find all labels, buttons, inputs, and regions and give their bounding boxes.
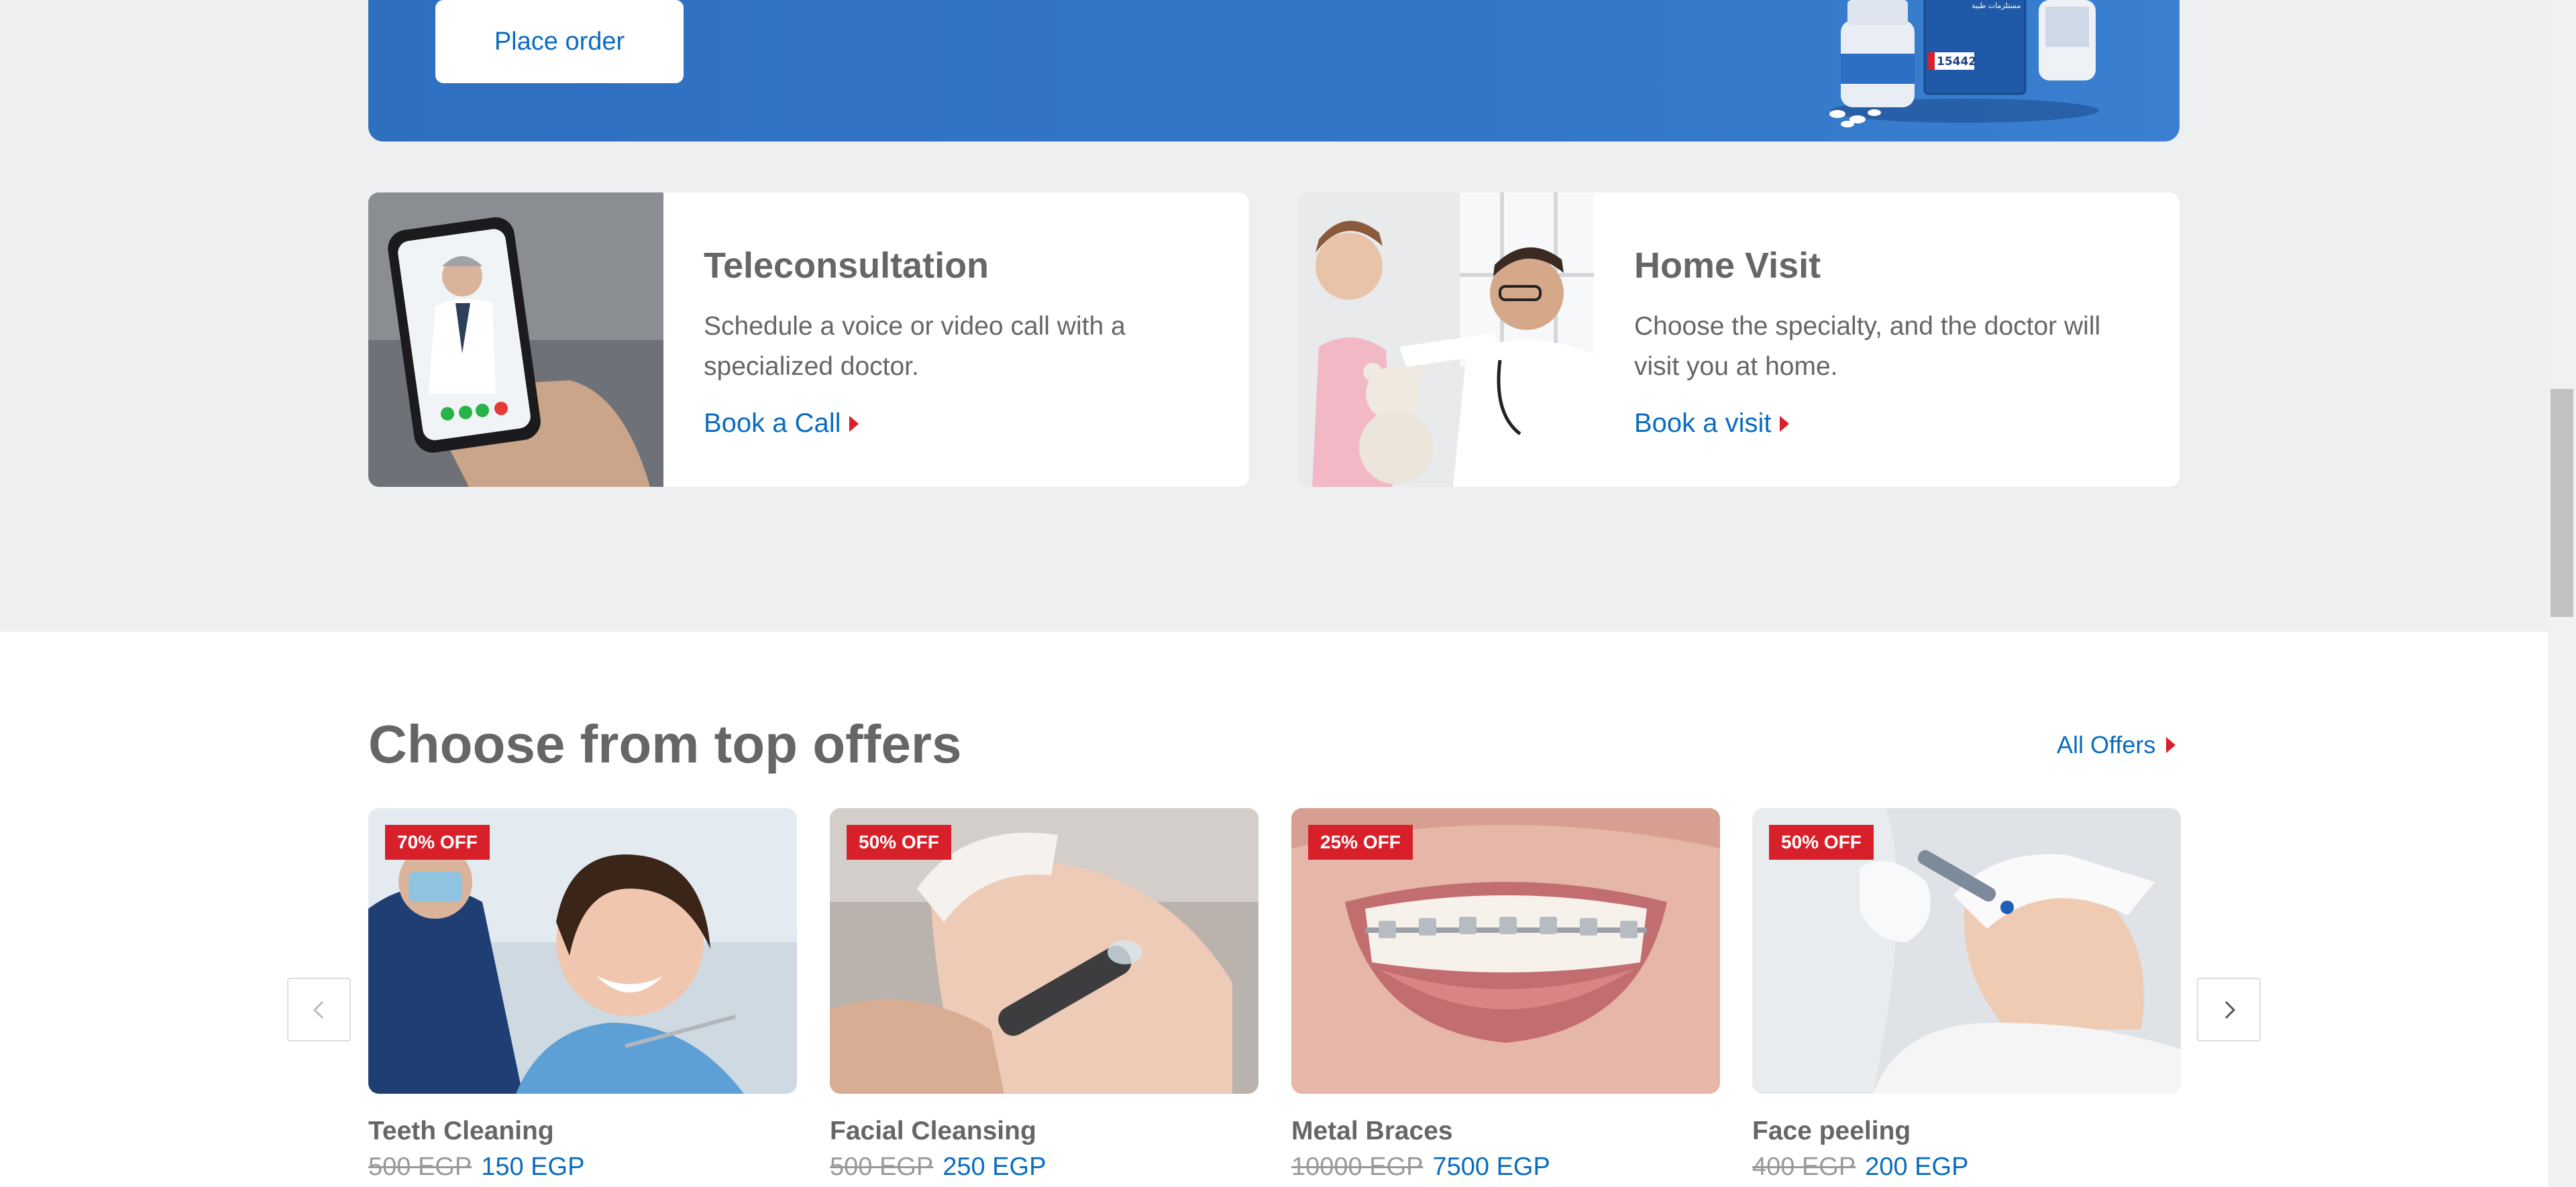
offer-image: 25% OFF <box>1291 808 1720 1094</box>
offers-title: Choose from top offers <box>368 714 962 774</box>
book-call-label: Book a Call <box>704 408 841 438</box>
chevron-left-icon <box>313 1001 323 1019</box>
caret-right-icon <box>1779 415 1789 432</box>
caret-right-icon <box>2166 737 2176 753</box>
home-visit-image <box>1299 192 1594 487</box>
top-offers-section: Choose from top offers All Offers 70% OF… <box>0 632 2548 1187</box>
offer-card-teeth-cleaning[interactable]: 70% OFF Teeth Cleaning 500 EGP 150 EGP <box>368 808 797 1181</box>
offer-price: 10000 EGP 7500 EGP <box>1291 1153 1550 1182</box>
offer-card-metal-braces[interactable]: 25% OFF Metal Braces 10000 EGP 7500 EGP <box>1291 808 1720 1181</box>
offer-price: 400 EGP 200 EGP <box>1752 1153 1968 1182</box>
teleconsultation-description: Schedule a voice or video call with a sp… <box>704 312 1126 381</box>
new-price: 250 EGP <box>943 1153 1046 1181</box>
pharmacy-order-banner: Place order مستلزمات طبية 15442 <box>368 0 2180 142</box>
hotline-number: 15442 <box>1937 55 1976 68</box>
new-price: 150 EGP <box>481 1153 585 1181</box>
carousel-next-button[interactable] <box>2197 978 2261 1041</box>
all-offers-link[interactable]: All Offers <box>2057 731 2176 759</box>
offer-price: 500 EGP 150 EGP <box>368 1153 584 1182</box>
old-price: 500 EGP <box>368 1153 472 1181</box>
teleconsultation-image <box>368 192 663 487</box>
offer-name: Teeth Cleaning <box>368 1117 554 1145</box>
old-price: 500 EGP <box>830 1153 934 1181</box>
offer-price: 500 EGP 250 EGP <box>830 1153 1046 1182</box>
scrollbar-thumb[interactable] <box>2551 389 2573 617</box>
offer-name: Face peeling <box>1752 1117 1911 1145</box>
carousel-prev-button[interactable] <box>287 978 351 1041</box>
teleconsultation-title: Teleconsultation <box>704 245 989 286</box>
book-visit-link[interactable]: Book a visit <box>1634 408 1789 439</box>
all-offers-label: All Offers <box>2057 731 2156 758</box>
home-visit-card[interactable]: Home Visit Choose the specialty, and the… <box>1299 192 2180 487</box>
offer-image: 50% OFF <box>1752 808 2181 1094</box>
home-visit-title: Home Visit <box>1634 245 1821 286</box>
offer-name: Facial Cleansing <box>830 1117 1036 1145</box>
old-price: 10000 EGP <box>1291 1153 1424 1181</box>
home-visit-description: Choose the specialty, and the doctor wil… <box>1634 312 2101 381</box>
medicine-products-image: مستلزمات طبية 15442 <box>1829 0 2099 127</box>
offer-image: 50% OFF <box>830 808 1258 1094</box>
offer-image: 70% OFF <box>368 808 797 1094</box>
discount-badge: 50% OFF <box>847 825 951 860</box>
offer-name: Metal Braces <box>1291 1117 1453 1145</box>
place-order-button[interactable]: Place order <box>435 0 684 83</box>
discount-badge: 50% OFF <box>1769 825 1874 860</box>
offer-card-facial-cleansing[interactable]: 50% OFF Facial Cleansing 500 EGP 250 EGP <box>830 808 1258 1181</box>
new-price: 200 EGP <box>1865 1153 1969 1181</box>
chevron-right-icon <box>2224 1001 2235 1019</box>
discount-badge: 70% OFF <box>385 825 490 860</box>
discount-badge: 25% OFF <box>1308 825 1413 860</box>
teleconsultation-card[interactable]: Teleconsultation Schedule a voice or vid… <box>368 192 1249 487</box>
old-price: 400 EGP <box>1752 1153 1856 1181</box>
book-visit-label: Book a visit <box>1634 408 1772 438</box>
svg-text:مستلزمات طبية: مستلزمات طبية <box>1972 1 2021 10</box>
book-call-link[interactable]: Book a Call <box>704 408 859 439</box>
new-price: 7500 EGP <box>1432 1153 1550 1181</box>
offer-card-face-peeling[interactable]: 50% OFF Face peeling 400 EGP 200 EGP <box>1752 808 2181 1181</box>
caret-right-icon <box>849 415 859 432</box>
page-scrollbar[interactable] <box>2548 0 2576 1187</box>
